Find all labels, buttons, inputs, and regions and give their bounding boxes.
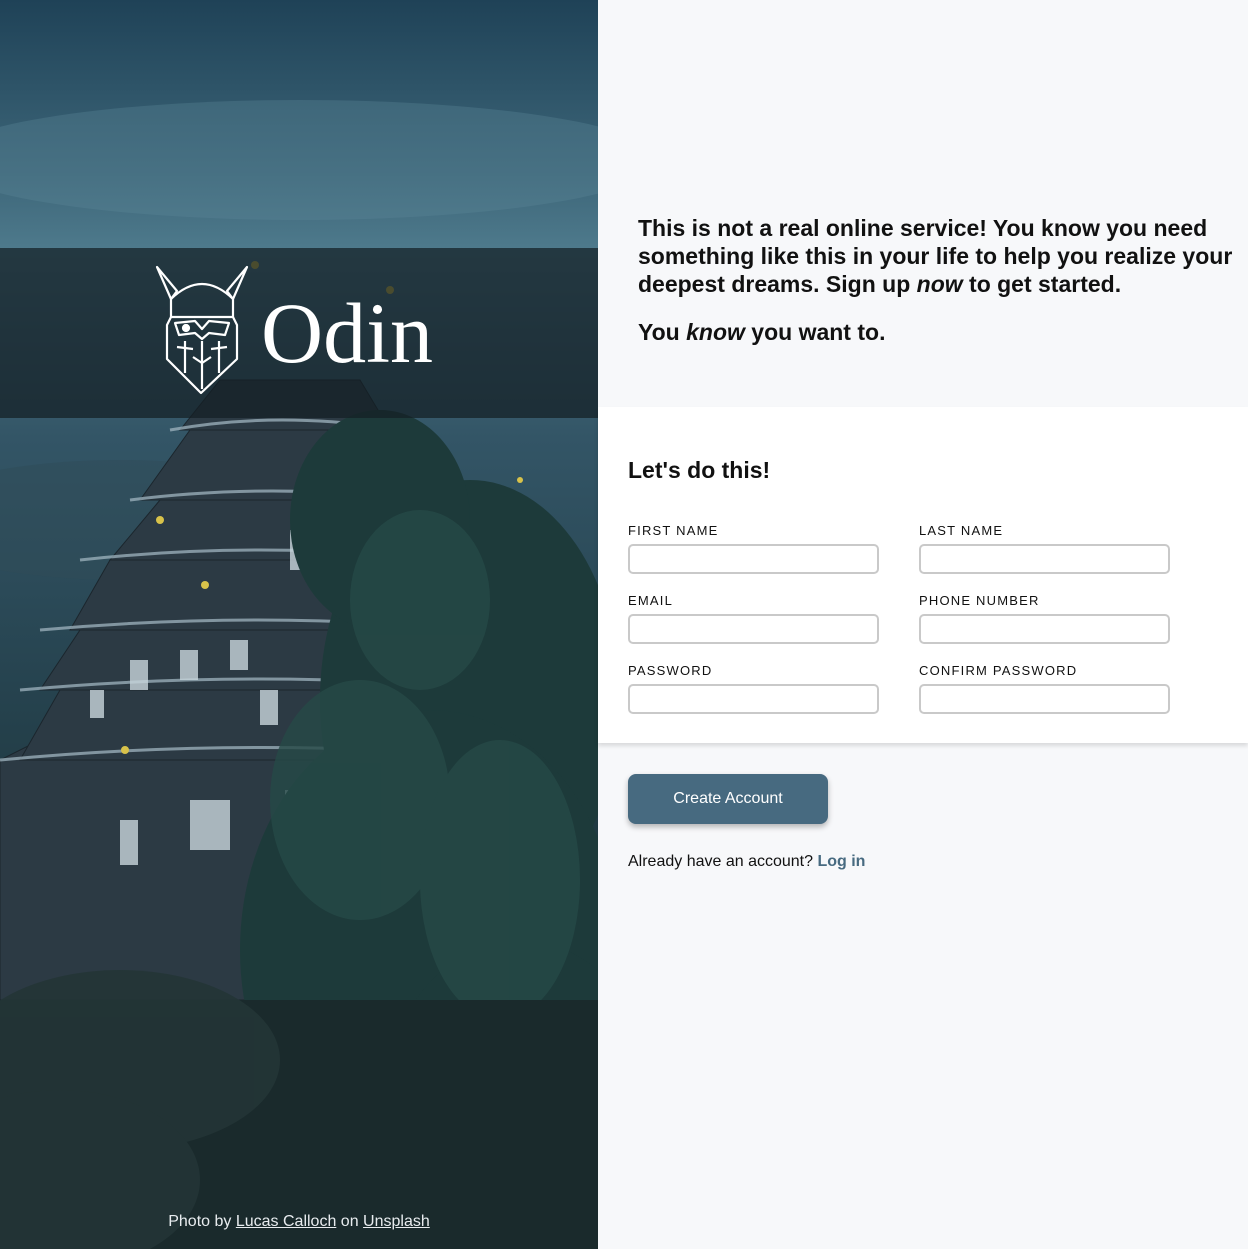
confirm-password-field: CONFIRM PASSWORD	[919, 663, 1170, 714]
intro-text: This is not a real online service! You k…	[638, 214, 1238, 366]
phone-input[interactable]	[919, 614, 1170, 644]
photographer-link[interactable]: Lucas Calloch	[236, 1213, 337, 1230]
password-input[interactable]	[628, 684, 879, 714]
login-prompt-text: Already have an account?	[628, 853, 814, 870]
email-input[interactable]	[628, 614, 879, 644]
hero-panel: Odin Photo by Lucas Calloch on Unsplash	[0, 0, 598, 1249]
confirm-password-label: CONFIRM PASSWORD	[919, 663, 1078, 678]
logo-band: Odin	[0, 248, 598, 418]
castle-background-image	[0, 100, 598, 1249]
tagline-text-part: You	[638, 319, 687, 345]
signup-content: This is not a real online service! You k…	[598, 0, 1248, 1249]
logo-wordmark: Odin	[261, 285, 433, 381]
credit-prefix: Photo by	[168, 1213, 232, 1230]
confirm-password-input[interactable]	[919, 684, 1170, 714]
unsplash-link[interactable]: Unsplash	[363, 1213, 430, 1230]
logo: Odin	[153, 265, 433, 402]
last-name-field: LAST NAME	[919, 523, 1170, 574]
viking-head-icon	[153, 265, 251, 402]
tagline-emphasis: know	[686, 319, 745, 345]
form-title: Let's do this!	[628, 457, 771, 483]
tagline-text-part: you want to.	[744, 319, 886, 345]
credit-middle: on	[340, 1213, 359, 1230]
intro-tagline: You know you want to.	[638, 318, 1238, 346]
login-prompt: Already have an account? Log in	[628, 853, 865, 871]
signup-page: Odin Photo by Lucas Calloch on Unsplash …	[0, 0, 1248, 1249]
signup-form: Let's do this! FIRST NAME LAST NAME EMAI…	[598, 407, 1248, 743]
first-name-label: FIRST NAME	[628, 523, 719, 538]
last-name-label: LAST NAME	[919, 523, 1004, 538]
password-label: PASSWORD	[628, 663, 713, 678]
password-field: PASSWORD	[628, 663, 879, 714]
email-field: EMAIL	[628, 593, 879, 644]
phone-label: PHONE NUMBER	[919, 593, 1040, 608]
intro-paragraph: This is not a real online service! You k…	[638, 214, 1238, 298]
create-account-button[interactable]: Create Account	[628, 774, 828, 824]
first-name-field: FIRST NAME	[628, 523, 879, 574]
phone-field: PHONE NUMBER	[919, 593, 1170, 644]
email-label: EMAIL	[628, 593, 674, 608]
first-name-input[interactable]	[628, 544, 879, 574]
intro-text-part: to get started.	[962, 271, 1122, 297]
last-name-input[interactable]	[919, 544, 1170, 574]
intro-emphasis: now	[916, 271, 963, 297]
login-link[interactable]: Log in	[817, 853, 865, 870]
photo-credit: Photo by Lucas Calloch on Unsplash	[0, 1213, 598, 1231]
